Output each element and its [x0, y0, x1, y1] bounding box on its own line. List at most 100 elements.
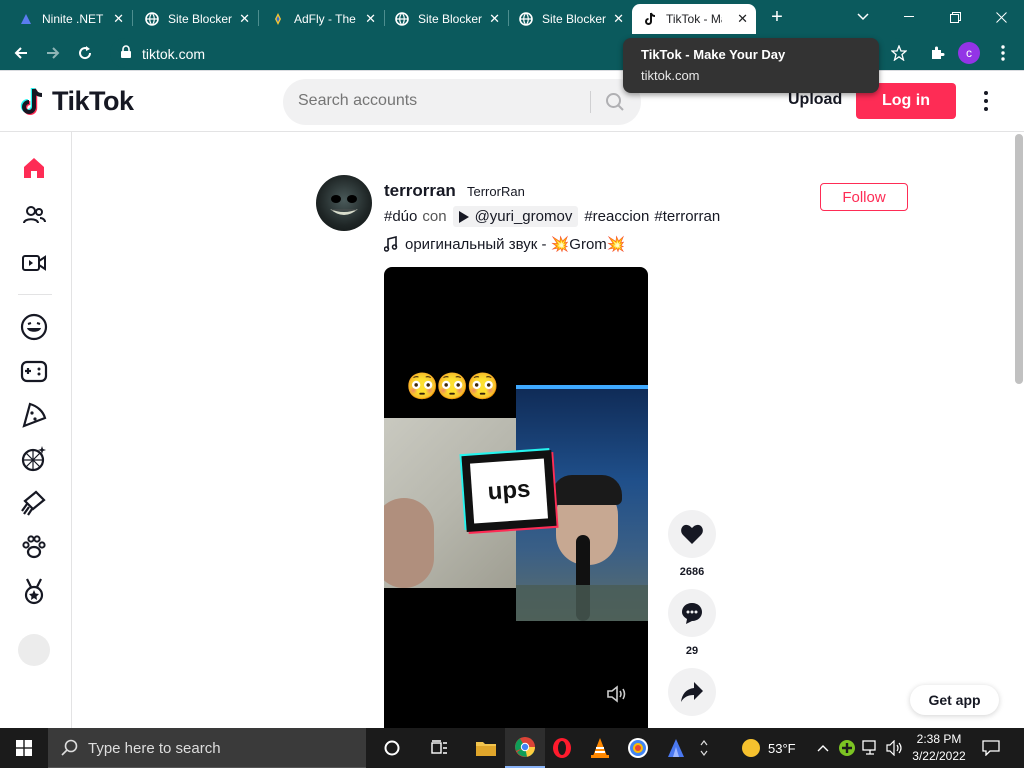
new-tab-button[interactable]: +	[760, 0, 794, 34]
duet-mention-link[interactable]: @yuri_gromov	[452, 206, 579, 227]
video-player[interactable]: 😳😳😳 ups	[384, 267, 648, 728]
tooltip-title: TikTok - Make Your Day	[641, 47, 786, 62]
show-hidden-icons-button[interactable]	[817, 728, 829, 768]
task-view-cortana-button[interactable]	[372, 728, 412, 768]
get-app-button[interactable]: Get app	[910, 685, 999, 715]
tab-title: Ninite .NET	[42, 12, 104, 26]
tiktok-logo-icon	[20, 87, 43, 115]
search-icon[interactable]	[605, 92, 625, 117]
task-view-button[interactable]	[420, 728, 460, 768]
network-button[interactable]	[862, 728, 880, 768]
back-button[interactable]	[8, 40, 34, 66]
more-menu-button[interactable]	[976, 89, 996, 113]
music-title: оригинальный звук - 💥Grom💥	[405, 236, 626, 253]
close-icon[interactable]: ✕	[239, 11, 250, 27]
search-icon	[61, 739, 79, 762]
hand-shape	[384, 498, 434, 588]
share-arrow-icon	[681, 682, 703, 702]
sidebar-item-sports[interactable]	[18, 575, 50, 607]
tab-site-blocker-3[interactable]: Site Blocker ✕	[508, 4, 632, 34]
author-nickname: TerrorRan	[467, 184, 525, 199]
restore-button[interactable]	[932, 0, 978, 34]
opera-app[interactable]	[542, 728, 582, 768]
minimize-button[interactable]	[886, 0, 932, 34]
sidebar-item-more[interactable]	[18, 634, 50, 666]
lock-icon[interactable]	[120, 45, 132, 64]
close-icon[interactable]: ✕	[737, 11, 748, 27]
author-avatar[interactable]	[316, 175, 372, 231]
bookmark-star-button[interactable]	[886, 40, 912, 66]
music-link[interactable]: оригинальный звук - 💥Grom💥	[384, 235, 625, 253]
tab-title: AdFly - The	[294, 12, 356, 26]
laughing-face-icon	[20, 313, 48, 341]
sun-icon	[742, 739, 760, 757]
upload-button[interactable]: Upload	[788, 91, 842, 109]
adfly-icon	[270, 11, 286, 27]
hashtag-link[interactable]: #terrorran	[654, 208, 720, 225]
close-icon[interactable]: ✕	[365, 11, 376, 27]
tab-ninite[interactable]: Ninite .NET ✕	[8, 4, 132, 34]
ninite-icon	[668, 739, 684, 757]
tab-site-blocker-1[interactable]: Site Blocker ✕	[134, 4, 258, 34]
forward-button[interactable]	[40, 40, 66, 66]
gamepad-icon	[20, 360, 48, 383]
close-icon[interactable]: ✕	[613, 11, 624, 27]
page-scrollbar[interactable]	[1015, 134, 1023, 384]
sidebar-item-beauty[interactable]	[18, 487, 50, 519]
chrome-app[interactable]	[505, 728, 545, 768]
reload-button[interactable]	[72, 40, 98, 66]
share-button[interactable]	[668, 668, 716, 716]
weather-widget[interactable]: 53°F	[742, 728, 796, 768]
sidebar-item-home[interactable]	[18, 152, 50, 184]
tab-site-blocker-2[interactable]: Site Blocker ✕	[384, 4, 508, 34]
ninite-app[interactable]	[656, 728, 696, 768]
close-icon[interactable]: ✕	[489, 11, 500, 27]
tab-tiktok[interactable]: TikTok - Ma ✕	[632, 4, 756, 34]
like-button[interactable]	[668, 510, 716, 558]
taskbar-scroll[interactable]	[694, 728, 714, 768]
tiktok-icon	[642, 11, 658, 27]
tray-app-icon[interactable]	[838, 728, 856, 768]
extensions-button[interactable]	[924, 40, 950, 66]
notifications-button[interactable]	[982, 728, 1000, 768]
volume-icon[interactable]	[606, 685, 628, 708]
sidebar-item-food[interactable]	[18, 399, 50, 431]
search-input[interactable]	[298, 92, 588, 110]
tab-search-button[interactable]	[840, 0, 886, 34]
sidebar-item-animals[interactable]	[18, 531, 50, 563]
puzzle-icon	[932, 46, 945, 59]
brave-app[interactable]	[618, 728, 658, 768]
close-icon	[995, 11, 1007, 23]
tiktok-logo[interactable]: TikTok	[20, 86, 134, 117]
sidebar-item-gaming[interactable]	[18, 355, 50, 387]
profile-avatar[interactable]: c	[956, 40, 982, 66]
comb-icon	[21, 490, 46, 516]
sidebar-item-comedy[interactable]	[18, 311, 50, 343]
home-icon	[24, 158, 44, 178]
arrow-left-icon	[14, 47, 27, 59]
follow-button[interactable]: Follow	[820, 183, 908, 211]
clock[interactable]: 2:38 PM 3/22/2022	[906, 731, 972, 765]
jacket-shape	[516, 585, 648, 621]
paw-icon	[22, 535, 46, 559]
search-box	[283, 79, 641, 125]
sidebar-item-dance[interactable]	[18, 443, 50, 475]
comment-icon	[682, 603, 702, 624]
author-name[interactable]: terrorran	[384, 181, 456, 201]
start-button[interactable]	[4, 728, 44, 768]
close-window-button[interactable]	[978, 0, 1024, 34]
clock-time: 2:38 PM	[916, 732, 962, 746]
clock-date: 3/22/2022	[912, 749, 966, 763]
browser-menu-button[interactable]	[990, 40, 1016, 66]
sidebar-item-live[interactable]	[18, 247, 50, 279]
sidebar-item-following[interactable]	[18, 199, 50, 231]
close-icon[interactable]: ✕	[113, 11, 124, 27]
comment-button[interactable]	[668, 589, 716, 637]
taskbar-search[interactable]: Type here to search	[48, 728, 366, 768]
tab-adfly[interactable]: AdFly - The ✕	[260, 4, 384, 34]
vlc-app[interactable]	[580, 728, 620, 768]
file-explorer-app[interactable]	[466, 728, 506, 768]
hashtag-link[interactable]: #dúo	[384, 208, 417, 225]
hashtag-link[interactable]: #reaccion	[584, 208, 649, 225]
volume-button[interactable]	[886, 728, 904, 768]
